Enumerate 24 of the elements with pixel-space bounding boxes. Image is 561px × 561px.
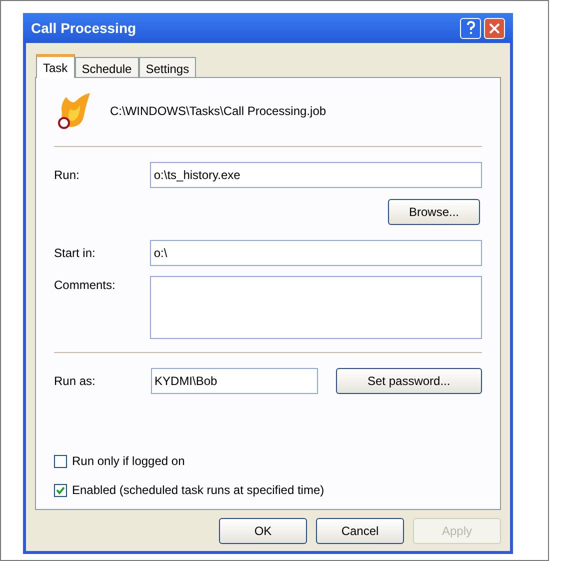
checkbox[interactable] [54, 484, 67, 496]
field-label: Comments: [54, 277, 116, 294]
set-password-button[interactable]: Set password... [336, 368, 482, 394]
tab[interactable]: Settings [138, 57, 196, 77]
comments-field[interactable] [150, 276, 482, 339]
close-icon[interactable] [484, 18, 505, 38]
input-field[interactable]: KYDMI\Bob [150, 368, 318, 394]
help-icon[interactable] [460, 18, 481, 38]
field-label: Start in: [54, 245, 96, 262]
browse-button[interactable]: Browse... [388, 199, 480, 225]
window-title: Call Processing [31, 18, 136, 38]
field-label: Run as: [54, 373, 96, 390]
tab[interactable]: Task [36, 54, 75, 78]
field-label: Run: [54, 167, 80, 184]
checkbox-label: Run only if logged on [72, 453, 185, 470]
input-field[interactable]: o:\ts_history.exe [150, 162, 482, 188]
task-icon [56, 91, 92, 131]
task-path: C:\WINDOWS\Tasks\Call Processing.job [110, 103, 326, 120]
tab[interactable]: Schedule [74, 57, 139, 77]
checkbox-label: Enabled (scheduled task runs at specified time) [72, 482, 324, 499]
dialog-button[interactable]: OK [219, 518, 307, 544]
dialog-button[interactable]: Cancel [316, 518, 404, 544]
checkbox[interactable] [54, 454, 67, 468]
input-field[interactable]: o:\ [150, 240, 482, 266]
